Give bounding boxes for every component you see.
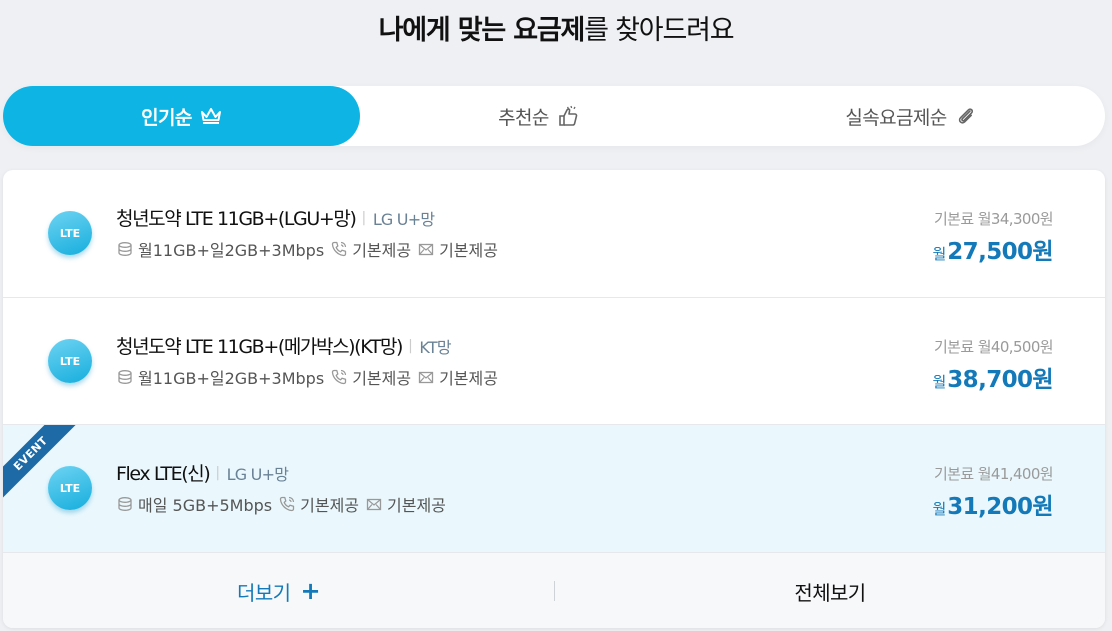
tab-popular[interactable]: 인기순 (3, 86, 360, 146)
envelope-icon (417, 368, 435, 386)
feature-sms: 기본제공 (417, 237, 498, 261)
sms-allowance: 기본제공 (439, 241, 498, 260)
price-amount: 38,700원 (947, 367, 1053, 393)
sort-tabs: 인기순 추천순 실속요금제순 (3, 86, 1105, 146)
plan-name: 청년도약 LTE 11GB+(LGU+망) (116, 208, 357, 230)
plan-features: 월11GB+일2GB+3Mbps 기본제공 기본제공 (116, 238, 504, 260)
plan-title: 청년도약 LTE 11GB+(메가박스)(KT망) | KT망 (116, 332, 452, 359)
voice-allowance: 기본제공 (300, 496, 360, 515)
sms-allowance: 기본제공 (439, 369, 498, 388)
sale-price: 월 31,200원 (932, 487, 1053, 521)
envelope-icon (417, 240, 435, 258)
phone-icon (330, 368, 348, 386)
data-coins-icon (116, 495, 134, 513)
plan-name: 청년도약 LTE 11GB+(메가박스)(KT망) (116, 336, 403, 358)
plan-network: LG U+망 (372, 209, 435, 229)
crown-icon (200, 107, 222, 125)
price-prefix: 월 (932, 373, 947, 391)
plan-row[interactable]: LTE 청년도약 LTE 11GB+(메가박스)(KT망) | KT망 월11G… (3, 297, 1105, 424)
voice-allowance: 기본제공 (352, 241, 412, 260)
page-headline: 나에게 맞는 요금제를 찾아드려요 (0, 8, 1112, 47)
sale-price: 월 27,500원 (932, 232, 1053, 266)
thumbs-up-icon (557, 105, 579, 127)
more-button[interactable]: 더보기 + (3, 553, 554, 628)
plan-row[interactable]: LTE 청년도약 LTE 11GB+(LGU+망) | LG U+망 월11GB… (3, 170, 1105, 297)
headline-rest: 를 찾아드려요 (584, 15, 734, 46)
tab-value-plans[interactable]: 실속요금제순 (717, 86, 1105, 146)
feature-data: 월11GB+일2GB+3Mbps (116, 237, 324, 261)
tab-popular-label: 인기순 (141, 106, 192, 129)
lte-badge: LTE (48, 211, 92, 255)
phone-icon (330, 240, 348, 258)
plan-list-card: LTE 청년도약 LTE 11GB+(LGU+망) | LG U+망 월11GB… (3, 170, 1105, 628)
feature-voice: 기본제공 (278, 492, 359, 516)
plan-features: 매일 5GB+5Mbps 기본제공 기본제공 (116, 493, 452, 515)
plus-icon: + (300, 577, 320, 605)
lte-badge: LTE (48, 339, 92, 383)
price-prefix: 월 (932, 500, 947, 518)
plan-title: Flex LTE(신) | LG U+망 (116, 459, 289, 486)
headline-bold: 나에게 맞는 요금제 (378, 15, 586, 46)
data-allowance: 월11GB+일2GB+3Mbps (138, 241, 325, 260)
divider: | (361, 209, 366, 226)
data-allowance: 매일 5GB+5Mbps (138, 496, 273, 515)
price-prefix: 월 (932, 245, 947, 263)
base-price: 기본료 월40,500원 (933, 338, 1054, 356)
list-footer: 더보기 + 전체보기 (3, 552, 1105, 628)
plan-row-event[interactable]: EVENT LTE Flex LTE(신) | LG U+망 매일 5GB+5M… (3, 424, 1105, 552)
plan-features: 월11GB+일2GB+3Mbps 기본제공 기본제공 (116, 366, 504, 388)
paperclip-icon (955, 105, 977, 127)
voice-allowance: 기본제공 (352, 369, 412, 388)
envelope-icon (365, 495, 383, 513)
feature-voice: 기본제공 (330, 237, 411, 261)
view-all-label: 전체보기 (794, 580, 866, 605)
sms-allowance: 기본제공 (387, 496, 446, 515)
plan-network: KT망 (419, 337, 451, 357)
lte-badge: LTE (48, 466, 92, 510)
tab-recommend[interactable]: 추천순 (360, 86, 717, 146)
tab-value-plans-label: 실속요금제순 (845, 106, 947, 129)
sale-price: 월 38,700원 (932, 360, 1053, 394)
plan-name: Flex LTE(신) (116, 463, 211, 485)
view-all-button[interactable]: 전체보기 (555, 553, 1105, 628)
feature-sms: 기본제공 (365, 492, 446, 516)
feature-data: 월11GB+일2GB+3Mbps (116, 365, 324, 389)
price-amount: 27,500원 (947, 239, 1053, 265)
data-coins-icon (116, 240, 134, 258)
plan-network: LG U+망 (226, 464, 289, 484)
tab-recommend-label: 추천순 (498, 106, 549, 129)
data-allowance: 월11GB+일2GB+3Mbps (138, 369, 325, 388)
feature-data: 매일 5GB+5Mbps (116, 492, 272, 516)
base-price: 기본료 월41,400원 (933, 465, 1054, 483)
feature-sms: 기본제공 (417, 365, 498, 389)
feature-voice: 기본제공 (330, 365, 411, 389)
price-amount: 31,200원 (947, 494, 1053, 520)
divider: | (408, 337, 413, 354)
base-price: 기본료 월34,300원 (933, 210, 1054, 228)
more-button-label: 더보기 (237, 580, 291, 605)
divider: | (215, 464, 220, 481)
plan-title: 청년도약 LTE 11GB+(LGU+망) | LG U+망 (116, 204, 435, 231)
phone-icon (278, 495, 296, 513)
data-coins-icon (116, 368, 134, 386)
